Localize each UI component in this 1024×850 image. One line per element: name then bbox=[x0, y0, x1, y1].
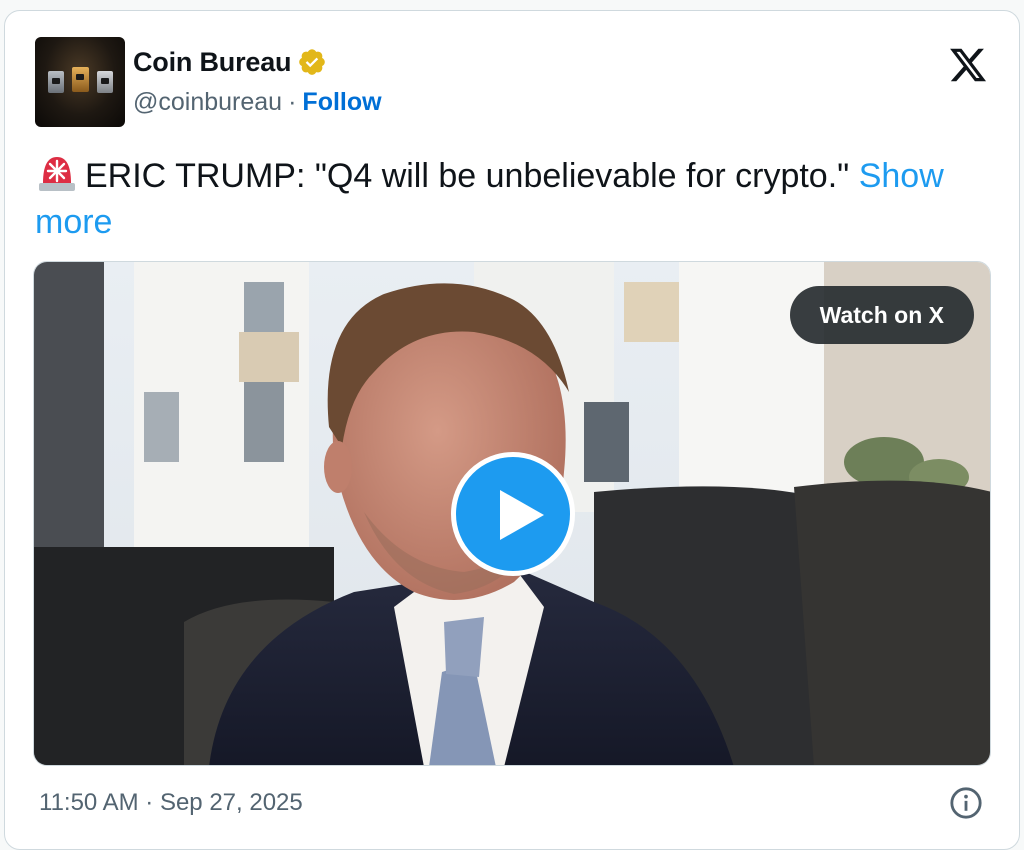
rotating-light-icon bbox=[39, 157, 75, 191]
tweet-text: ERIC TRUMP: "Q4 will be unbelievable for… bbox=[35, 153, 975, 245]
video-player[interactable]: Watch on X bbox=[33, 261, 991, 766]
separator-dot: · bbox=[288, 87, 297, 116]
tweet-timestamp[interactable]: 11:50 AM · Sep 27, 2025 bbox=[39, 789, 303, 817]
silver-plaque-icon bbox=[48, 71, 64, 93]
play-icon bbox=[500, 490, 544, 540]
avatar[interactable] bbox=[35, 37, 125, 127]
play-button[interactable] bbox=[451, 452, 575, 576]
tweet-body: ERIC TRUMP: "Q4 will be unbelievable for… bbox=[85, 157, 850, 195]
info-icon[interactable] bbox=[949, 786, 983, 820]
author-handle[interactable]: @coinbureau bbox=[133, 88, 282, 117]
gold-plaque-icon bbox=[72, 67, 89, 92]
tweet-card[interactable]: Coin Bureau @coinbureau · Follow ERIC TR… bbox=[4, 10, 1020, 850]
author-block: Coin Bureau @coinbureau · Follow bbox=[133, 45, 382, 117]
silver-plaque-icon bbox=[97, 71, 113, 93]
x-logo-icon[interactable] bbox=[947, 45, 989, 85]
verified-badge-icon bbox=[299, 49, 326, 75]
follow-button[interactable]: Follow bbox=[302, 88, 381, 117]
author-name[interactable]: Coin Bureau bbox=[133, 47, 292, 78]
watch-on-x-button[interactable]: Watch on X bbox=[789, 286, 974, 344]
